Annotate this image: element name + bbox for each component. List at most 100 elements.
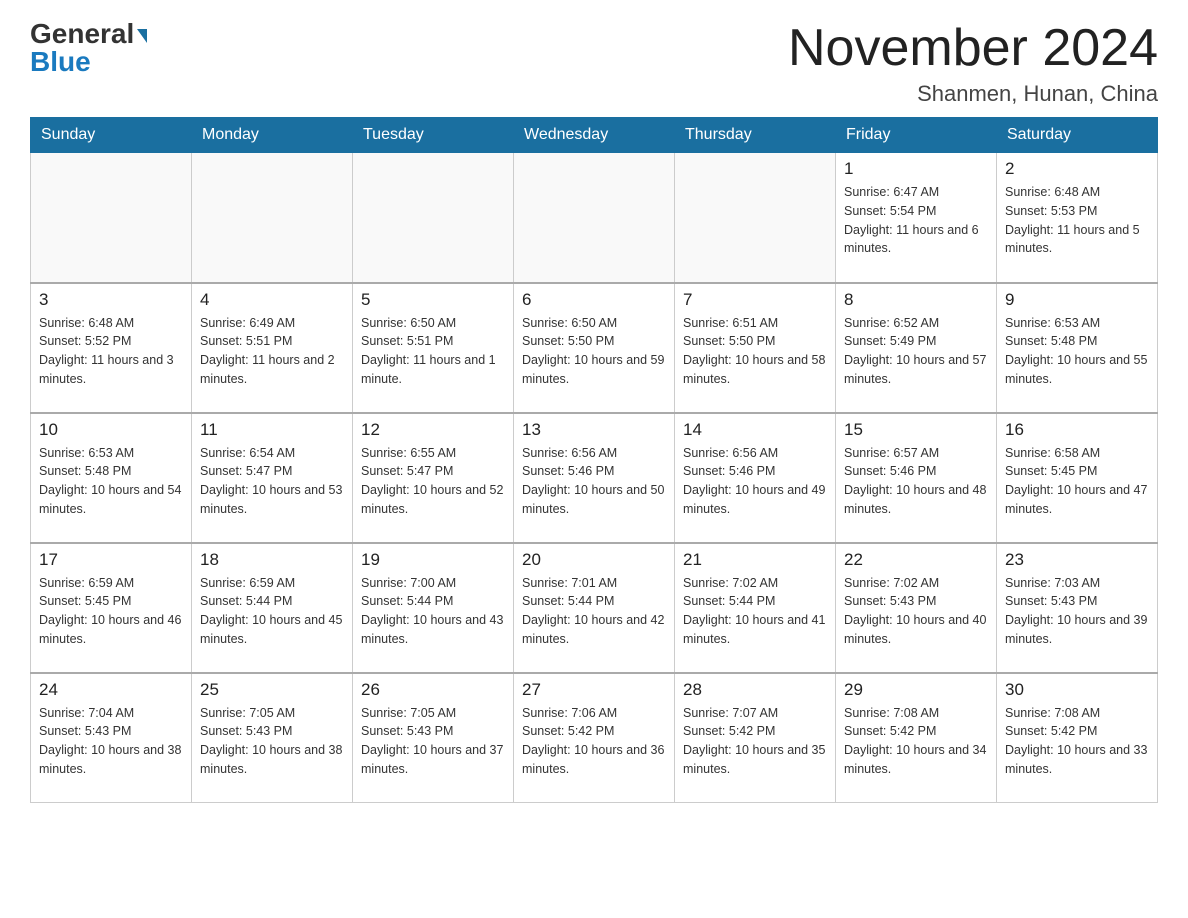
day-info: Sunrise: 6:49 AMSunset: 5:51 PMDaylight:… [200,314,344,389]
calendar-cell: 14 Sunrise: 6:56 AMSunset: 5:46 PMDayligh… [675,413,836,543]
day-number: 2 [1005,159,1149,179]
day-info: Sunrise: 6:50 AMSunset: 5:51 PMDaylight:… [361,314,505,389]
calendar-cell: 8 Sunrise: 6:52 AMSunset: 5:49 PMDaylight… [836,283,997,413]
day-info: Sunrise: 7:02 AMSunset: 5:44 PMDaylight:… [683,574,827,649]
calendar-cell: 1 Sunrise: 6:47 AMSunset: 5:54 PMDaylight… [836,153,997,283]
day-info: Sunrise: 6:54 AMSunset: 5:47 PMDaylight:… [200,444,344,519]
calendar-cell: 9 Sunrise: 6:53 AMSunset: 5:48 PMDaylight… [997,283,1158,413]
day-info: Sunrise: 6:53 AMSunset: 5:48 PMDaylight:… [1005,314,1149,389]
calendar-cell: 30Sunrise: 7:08 AMSunset: 5:42 PMDayligh… [997,673,1158,803]
weekday-header-monday: Monday [192,118,353,153]
day-number: 12 [361,420,505,440]
day-number: 3 [39,290,183,310]
page-header: General Blue November 2024 Shanmen, Huna… [30,20,1158,107]
calendar-cell: 21Sunrise: 7:02 AMSunset: 5:44 PMDayligh… [675,543,836,673]
day-number: 7 [683,290,827,310]
calendar-cell: 12 Sunrise: 6:55 AMSunset: 5:47 PMDayligh… [353,413,514,543]
day-info: Sunrise: 7:07 AMSunset: 5:42 PMDaylight:… [683,704,827,779]
day-number: 17 [39,550,183,570]
day-info: Sunrise: 6:58 AMSunset: 5:45 PMDaylight:… [1005,444,1149,519]
calendar-cell: 15Sunrise: 6:57 AMSunset: 5:46 PMDayligh… [836,413,997,543]
calendar-week-row: 24 Sunrise: 7:04 AMSunset: 5:43 PMDayligh… [31,673,1158,803]
calendar-week-row: 3Sunrise: 6:48 AMSunset: 5:52 PMDaylight… [31,283,1158,413]
calendar-week-row: 1 Sunrise: 6:47 AMSunset: 5:54 PMDaylight… [31,153,1158,283]
day-number: 30 [1005,680,1149,700]
day-number: 27 [522,680,666,700]
day-number: 1 [844,159,988,179]
weekday-header-tuesday: Tuesday [353,118,514,153]
calendar-cell: 22 Sunrise: 7:02 AMSunset: 5:43 PMDayligh… [836,543,997,673]
calendar-cell [192,153,353,283]
location-title: Shanmen, Hunan, China [788,81,1158,107]
calendar-cell: 6 Sunrise: 6:50 AMSunset: 5:50 PMDaylight… [514,283,675,413]
day-info: Sunrise: 6:56 AMSunset: 5:46 PMDaylight:… [522,444,666,519]
calendar-cell: 3Sunrise: 6:48 AMSunset: 5:52 PMDaylight… [31,283,192,413]
day-number: 26 [361,680,505,700]
day-info: Sunrise: 7:02 AMSunset: 5:43 PMDaylight:… [844,574,988,649]
day-info: Sunrise: 7:04 AMSunset: 5:43 PMDaylight:… [39,704,183,779]
day-info: Sunrise: 7:03 AMSunset: 5:43 PMDaylight:… [1005,574,1149,649]
calendar-cell: 25 Sunrise: 7:05 AMSunset: 5:43 PMDayligh… [192,673,353,803]
calendar-cell: 20Sunrise: 7:01 AMSunset: 5:44 PMDayligh… [514,543,675,673]
calendar-cell: 18 Sunrise: 6:59 AMSunset: 5:44 PMDayligh… [192,543,353,673]
day-number: 5 [361,290,505,310]
title-block: November 2024 Shanmen, Hunan, China [788,20,1158,107]
day-number: 24 [39,680,183,700]
day-number: 8 [844,290,988,310]
day-info: Sunrise: 6:52 AMSunset: 5:49 PMDaylight:… [844,314,988,389]
day-info: Sunrise: 6:47 AMSunset: 5:54 PMDaylight:… [844,183,988,258]
day-info: Sunrise: 6:55 AMSunset: 5:47 PMDaylight:… [361,444,505,519]
calendar-week-row: 17 Sunrise: 6:59 AMSunset: 5:45 PMDayligh… [31,543,1158,673]
day-info: Sunrise: 7:06 AMSunset: 5:42 PMDaylight:… [522,704,666,779]
calendar-week-row: 10Sunrise: 6:53 AMSunset: 5:48 PMDayligh… [31,413,1158,543]
day-number: 19 [361,550,505,570]
logo-general-text: General [30,20,147,48]
day-number: 18 [200,550,344,570]
day-number: 9 [1005,290,1149,310]
calendar-cell: 13Sunrise: 6:56 AMSunset: 5:46 PMDayligh… [514,413,675,543]
day-info: Sunrise: 6:50 AMSunset: 5:50 PMDaylight:… [522,314,666,389]
calendar-cell: 23 Sunrise: 7:03 AMSunset: 5:43 PMDayligh… [997,543,1158,673]
calendar-cell: 24 Sunrise: 7:04 AMSunset: 5:43 PMDayligh… [31,673,192,803]
calendar-cell: 10Sunrise: 6:53 AMSunset: 5:48 PMDayligh… [31,413,192,543]
calendar-cell: 7 Sunrise: 6:51 AMSunset: 5:50 PMDaylight… [675,283,836,413]
calendar-cell: 27 Sunrise: 7:06 AMSunset: 5:42 PMDayligh… [514,673,675,803]
calendar-cell: 19 Sunrise: 7:00 AMSunset: 5:44 PMDayligh… [353,543,514,673]
calendar-cell: 4Sunrise: 6:49 AMSunset: 5:51 PMDaylight… [192,283,353,413]
day-info: Sunrise: 6:48 AMSunset: 5:53 PMDaylight:… [1005,183,1149,258]
month-title: November 2024 [788,20,1158,77]
calendar-cell [353,153,514,283]
day-info: Sunrise: 7:05 AMSunset: 5:43 PMDaylight:… [200,704,344,779]
calendar-cell: 16 Sunrise: 6:58 AMSunset: 5:45 PMDayligh… [997,413,1158,543]
logo-blue-text: Blue [30,48,91,76]
weekday-header-friday: Friday [836,118,997,153]
calendar-cell: 28Sunrise: 7:07 AMSunset: 5:42 PMDayligh… [675,673,836,803]
day-info: Sunrise: 6:59 AMSunset: 5:44 PMDaylight:… [200,574,344,649]
day-info: Sunrise: 7:05 AMSunset: 5:43 PMDaylight:… [361,704,505,779]
day-number: 29 [844,680,988,700]
day-number: 23 [1005,550,1149,570]
calendar-cell: 26 Sunrise: 7:05 AMSunset: 5:43 PMDayligh… [353,673,514,803]
calendar-cell: 11Sunrise: 6:54 AMSunset: 5:47 PMDayligh… [192,413,353,543]
weekday-header-thursday: Thursday [675,118,836,153]
day-number: 22 [844,550,988,570]
calendar-cell [514,153,675,283]
day-info: Sunrise: 6:53 AMSunset: 5:48 PMDaylight:… [39,444,183,519]
day-number: 14 [683,420,827,440]
calendar-cell [31,153,192,283]
day-info: Sunrise: 6:59 AMSunset: 5:45 PMDaylight:… [39,574,183,649]
day-number: 20 [522,550,666,570]
day-number: 25 [200,680,344,700]
day-info: Sunrise: 7:08 AMSunset: 5:42 PMDaylight:… [844,704,988,779]
day-number: 16 [1005,420,1149,440]
day-info: Sunrise: 6:56 AMSunset: 5:46 PMDaylight:… [683,444,827,519]
weekday-header-sunday: Sunday [31,118,192,153]
day-number: 6 [522,290,666,310]
calendar-cell: 17 Sunrise: 6:59 AMSunset: 5:45 PMDayligh… [31,543,192,673]
logo: General Blue [30,20,147,76]
calendar-cell: 2 Sunrise: 6:48 AMSunset: 5:53 PMDaylight… [997,153,1158,283]
day-info: Sunrise: 6:51 AMSunset: 5:50 PMDaylight:… [683,314,827,389]
calendar-header-row: SundayMondayTuesdayWednesdayThursdayFrid… [31,118,1158,153]
day-number: 15 [844,420,988,440]
day-info: Sunrise: 7:00 AMSunset: 5:44 PMDaylight:… [361,574,505,649]
